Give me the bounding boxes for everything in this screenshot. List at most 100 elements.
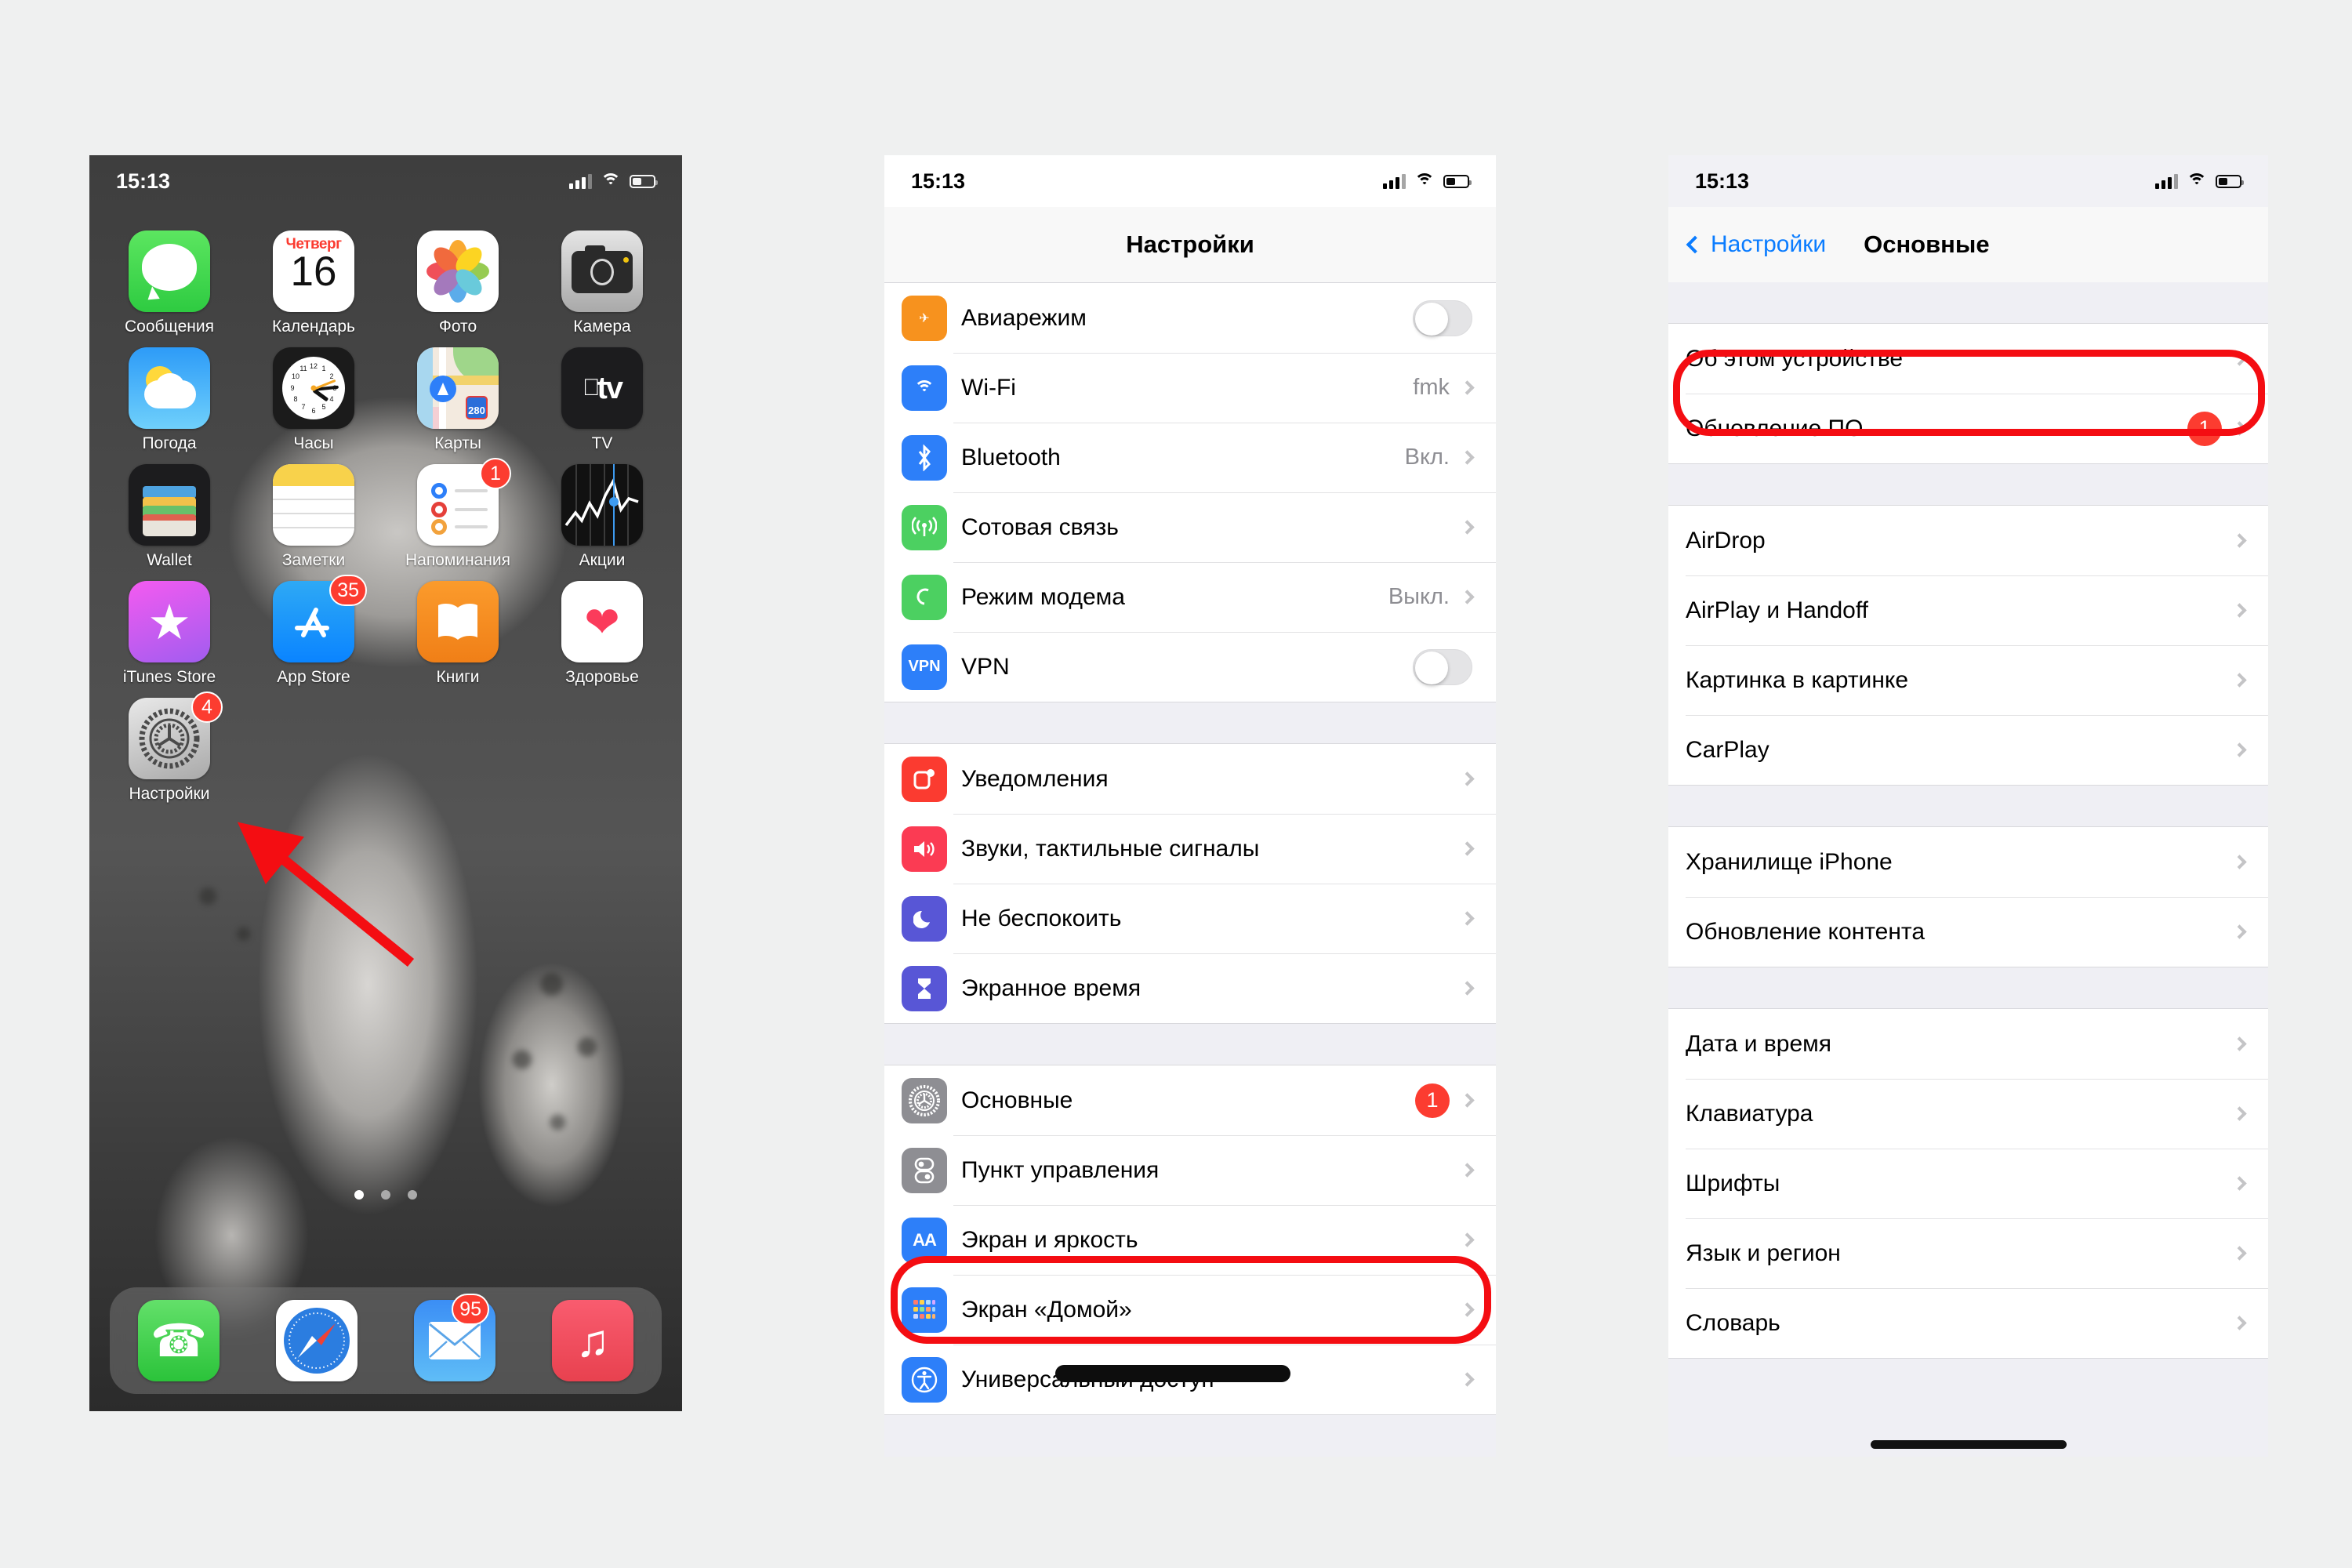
- svg-text:9: 9: [290, 384, 294, 392]
- setting-row-airplane-mode[interactable]: ✈ Авиарежим: [884, 283, 1496, 353]
- back-button[interactable]: Настройки: [1686, 231, 1826, 258]
- app-calendar[interactable]: Четверг 16 Календарь: [254, 230, 373, 336]
- setting-row-airdrop[interactable]: AirDrop: [1668, 506, 2268, 575]
- chevron-right-icon: [1460, 1372, 1475, 1387]
- setting-row-picture-in-picture[interactable]: Картинка в картинке: [1668, 645, 2268, 715]
- setting-row-do-not-disturb[interactable]: Не беспокоить: [884, 884, 1496, 953]
- wifi-icon: [1414, 173, 1435, 189]
- app-app-store[interactable]: 35 App Store: [254, 575, 373, 687]
- setting-row-background-refresh[interactable]: Обновление контента: [1668, 897, 2268, 967]
- setting-row-language-region[interactable]: Язык и регион: [1668, 1218, 2268, 1288]
- app-wallet[interactable]: Wallet: [110, 464, 229, 570]
- chevron-right-icon: [2232, 1246, 2247, 1261]
- app-label: Погода: [142, 434, 197, 452]
- display-brightness-icon: AA: [902, 1217, 947, 1263]
- app-itunes-store[interactable]: ★ iTunes Store: [110, 581, 229, 687]
- airplane-mode-toggle[interactable]: [1413, 299, 1472, 336]
- setting-row-wifi[interactable]: Wi-Fi fmk: [884, 353, 1496, 423]
- chevron-right-icon: [2232, 855, 2247, 869]
- settings-group-localization: Дата и время Клавиатура Шрифты Язык и ре…: [1668, 1008, 2268, 1359]
- setting-row-date-time[interactable]: Дата и время: [1668, 1009, 2268, 1079]
- status-badge: 1: [2187, 411, 2222, 446]
- setting-row-bluetooth[interactable]: Bluetooth Вкл.: [884, 423, 1496, 492]
- vpn-toggle[interactable]: [1413, 648, 1472, 685]
- page-indicator-dots[interactable]: [89, 1190, 682, 1200]
- setting-row-airplay-handoff[interactable]: AirPlay и Handoff: [1668, 575, 2268, 645]
- cellular-bars-icon: [2155, 173, 2178, 189]
- app-maps[interactable]: 280 Карты: [398, 347, 517, 453]
- dock-app-safari[interactable]: [276, 1300, 358, 1381]
- app-notes[interactable]: Заметки: [254, 464, 373, 570]
- setting-row-home-screen[interactable]: Экран «Домой»: [884, 1275, 1496, 1345]
- home-indicator: [1870, 1440, 2067, 1449]
- settings-general-screen: 15:13 Настройки Основные Об этом устройс…: [1668, 155, 2268, 1457]
- setting-row-cellular[interactable]: Сотовая связь: [884, 492, 1496, 562]
- dock-app-music[interactable]: ♫: [552, 1300, 633, 1381]
- app-weather[interactable]: Погода: [110, 347, 229, 453]
- setting-row-general[interactable]: Основные 1: [884, 1065, 1496, 1135]
- status-badge: 1: [1415, 1083, 1450, 1118]
- settings-group-general: Основные 1 Пункт управления AA Экран и я…: [884, 1065, 1496, 1415]
- setting-row-dictionary[interactable]: Словарь: [1668, 1288, 2268, 1358]
- app-tv[interactable]: tv TV: [543, 347, 662, 453]
- chevron-right-icon: [1460, 380, 1475, 395]
- svg-text:5: 5: [321, 403, 325, 411]
- setting-row-carplay[interactable]: CarPlay: [1668, 715, 2268, 785]
- app-label: Здоровье: [565, 668, 639, 686]
- settings-group-notifications: Уведомления Звуки, тактильные сигналы Не…: [884, 743, 1496, 1024]
- apple-tv-icon: tv: [561, 347, 643, 429]
- dock-app-mail[interactable]: 95: [414, 1294, 495, 1381]
- setting-row-display-brightness[interactable]: AA Экран и яркость: [884, 1205, 1496, 1275]
- setting-row-control-center[interactable]: Пункт управления: [884, 1135, 1496, 1205]
- app-clock[interactable]: 1212 345 678 91011 Часы: [254, 347, 373, 453]
- route-shield-label: 280: [466, 396, 488, 419]
- app-row-3: Wallet Заметки 1 Напоминания Акции: [110, 458, 662, 570]
- setting-row-accessibility[interactable]: Универсальный доступ: [884, 1345, 1496, 1414]
- chevron-right-icon: [2232, 1036, 2247, 1051]
- setting-row-software-update[interactable]: Обновление ПО 1: [1668, 394, 2268, 463]
- row-label: Картинка в картинке: [1686, 666, 1909, 693]
- chevron-right-icon: [1460, 1302, 1475, 1317]
- settings-list[interactable]: Об этом устройстве Обновление ПО 1 AirDr…: [1668, 282, 2268, 1457]
- app-label: Книги: [436, 668, 480, 686]
- app-label: App Store: [277, 668, 350, 686]
- settings-group-about: Об этом устройстве Обновление ПО 1: [1668, 323, 2268, 464]
- app-health[interactable]: ❤ Здоровье: [543, 581, 662, 687]
- setting-row-about[interactable]: Об этом устройстве: [1668, 324, 2268, 394]
- notes-icon: [273, 464, 354, 546]
- app-label: Карты: [434, 434, 481, 452]
- calendar-date: 16: [290, 249, 337, 295]
- app-messages[interactable]: Сообщения: [110, 230, 229, 336]
- app-stocks[interactable]: Акции: [543, 464, 662, 570]
- row-label: CarPlay: [1686, 736, 1769, 763]
- navigation-bar: Настройки: [884, 207, 1496, 282]
- status-time: 15:13: [1695, 169, 1750, 193]
- row-label: Основные: [961, 1087, 1073, 1113]
- setting-row-vpn[interactable]: VPN VPN: [884, 632, 1496, 702]
- settings-list[interactable]: ✈ Авиарежим Wi-Fi fmk Bluetooth Вкл. Сот…: [884, 282, 1496, 1457]
- chevron-right-icon: [2232, 533, 2247, 548]
- app-books[interactable]: Книги: [398, 581, 517, 687]
- row-value: Вкл.: [1404, 445, 1450, 470]
- setting-row-screen-time[interactable]: Экранное время: [884, 953, 1496, 1023]
- dock-app-phone[interactable]: ☎: [138, 1300, 220, 1381]
- chevron-right-icon: [1460, 1232, 1475, 1247]
- itunes-store-icon: ★: [129, 581, 210, 662]
- row-label: Клавиатура: [1686, 1100, 1813, 1127]
- svg-text:4: 4: [329, 395, 333, 403]
- messages-icon: [129, 230, 210, 312]
- setting-row-iphone-storage[interactable]: Хранилище iPhone: [1668, 827, 2268, 897]
- setting-row-personal-hotspot[interactable]: Режим модема Выкл.: [884, 562, 1496, 632]
- app-camera[interactable]: Камера: [543, 230, 662, 336]
- setting-row-sounds[interactable]: Звуки, тактильные сигналы: [884, 814, 1496, 884]
- row-label: Экранное время: [961, 975, 1142, 1001]
- app-photos[interactable]: Фото: [398, 230, 517, 336]
- chevron-right-icon: [1460, 1163, 1475, 1178]
- setting-row-fonts[interactable]: Шрифты: [1668, 1149, 2268, 1218]
- phone-icon: ☎: [138, 1300, 220, 1381]
- app-settings[interactable]: 4 Настройки: [110, 691, 229, 804]
- setting-row-keyboard[interactable]: Клавиатура: [1668, 1079, 2268, 1149]
- setting-row-notifications[interactable]: Уведомления: [884, 744, 1496, 814]
- app-reminders[interactable]: 1 Напоминания: [398, 458, 517, 570]
- settings-gear-icon: [902, 1077, 947, 1123]
